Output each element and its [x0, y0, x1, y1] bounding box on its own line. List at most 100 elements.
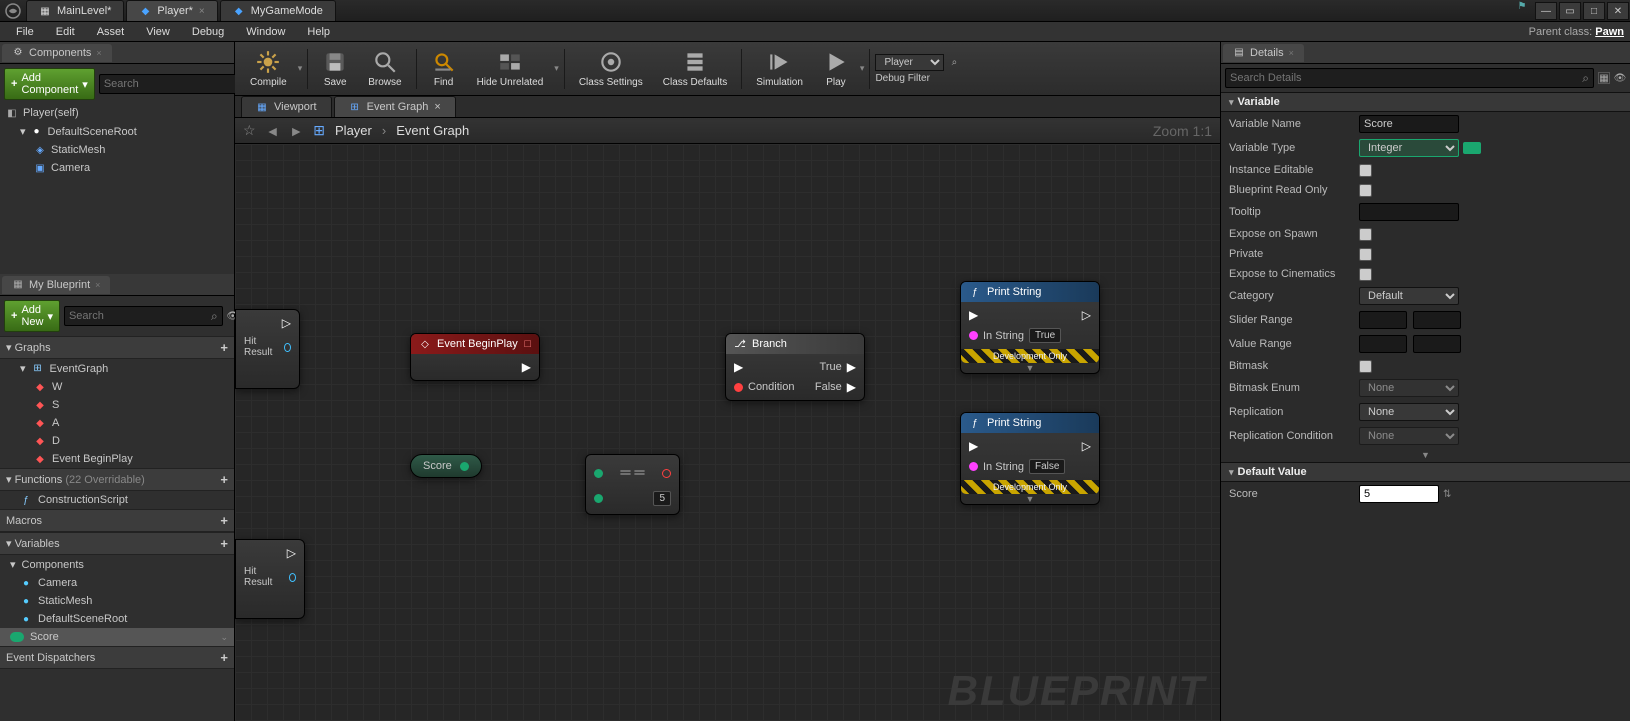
components-search[interactable]: ⌕ [99, 74, 258, 94]
class-defaults-button[interactable]: Class Defaults [654, 44, 736, 94]
exec-out-pin[interactable]: ▷ [1082, 308, 1091, 322]
node-print-string-true[interactable]: ƒ Print String ▶ ▷ In StringTrue Develop… [960, 281, 1100, 374]
add-graph-button[interactable]: + [220, 340, 228, 355]
bitmask-checkbox[interactable] [1359, 360, 1372, 373]
node-event-beginplay[interactable]: ◇ Event BeginPlay □ ▶ [410, 333, 540, 381]
section-functions[interactable]: ▾ Functions (22 Overridable) + [0, 468, 234, 491]
int-out-pin[interactable] [460, 462, 469, 471]
exec-out-pin[interactable]: ▷ [1082, 439, 1091, 453]
crumb-player[interactable]: Player [335, 123, 372, 138]
add-variable-button[interactable]: + [220, 536, 228, 551]
graph-event-w[interactable]: ◆W [0, 378, 234, 396]
node-branch[interactable]: ⎇ Branch ▶ True▶ Condition False▶ [725, 333, 865, 401]
parent-class-link[interactable]: Pawn [1595, 26, 1624, 38]
document-tab-mygamemode[interactable]: ◆ MyGameMode [220, 0, 336, 21]
bitmask-enum-select[interactable]: None [1359, 379, 1459, 397]
find-button[interactable]: Find [422, 44, 466, 94]
window-restore-button[interactable]: ▭ [1559, 2, 1581, 20]
variable-defaultsceneroot[interactable]: ●DefaultSceneRoot [0, 610, 234, 628]
window-close-button[interactable]: ✕ [1607, 2, 1629, 20]
int-in-pin[interactable] [594, 469, 603, 478]
myblueprint-search[interactable]: ⌕ [64, 306, 223, 326]
expose-cine-checkbox[interactable] [1359, 268, 1372, 281]
component-defaultsceneroot[interactable]: ▾ ● DefaultSceneRoot [0, 122, 234, 141]
node-header[interactable]: ◇ Event BeginPlay □ [411, 334, 539, 354]
literal-input[interactable]: 5 [653, 491, 671, 506]
node-print-string-false[interactable]: ƒ Print String ▶ ▷ In StringFalse Develo… [960, 412, 1100, 505]
variable-camera[interactable]: ●Camera [0, 574, 234, 592]
replication-select[interactable]: None [1359, 403, 1459, 421]
graph-canvas[interactable]: ▷ Hit Result ▷ Hit Result ◇ Event BeginP… [235, 144, 1220, 721]
close-icon[interactable]: × [1289, 48, 1294, 58]
slider-max-input[interactable] [1413, 311, 1461, 329]
exec-out-pin[interactable]: ▶ [847, 360, 856, 374]
add-dispatcher-button[interactable]: + [220, 650, 228, 665]
bool-in-pin[interactable] [734, 383, 743, 392]
add-function-button[interactable]: + [220, 472, 228, 487]
favorite-icon[interactable]: ☆ [243, 122, 256, 139]
browse-button[interactable]: Browse [359, 44, 410, 94]
components-search-input[interactable] [104, 78, 246, 90]
window-maximize-button[interactable]: □ [1583, 2, 1605, 20]
myblueprint-search-input[interactable] [69, 310, 211, 322]
struct-out-pin[interactable] [284, 343, 291, 352]
component-camera[interactable]: ▣ Camera [0, 159, 234, 177]
simulation-button[interactable]: Simulation [747, 44, 812, 94]
private-checkbox[interactable] [1359, 248, 1372, 261]
class-settings-button[interactable]: Class Settings [570, 44, 652, 94]
search-icon[interactable]: ⌕ [948, 56, 960, 68]
play-button[interactable]: Play [814, 44, 858, 94]
spinner-icon[interactable]: ⇅ [1443, 489, 1451, 500]
value-max-input[interactable] [1413, 335, 1461, 353]
expose-spawn-checkbox[interactable] [1359, 228, 1372, 241]
delegate-pin[interactable]: □ [524, 338, 531, 350]
readonly-checkbox[interactable] [1359, 184, 1372, 197]
hide-unrelated-button[interactable]: Hide Unrelated [468, 44, 553, 94]
node-header[interactable]: ƒ Print String [961, 413, 1099, 433]
graph-event-d[interactable]: ◆D [0, 432, 234, 450]
variable-type-select[interactable]: Integer [1359, 139, 1459, 157]
struct-out-pin[interactable] [289, 573, 296, 582]
section-macros[interactable]: Macros + [0, 509, 234, 532]
replication-cond-select[interactable]: None [1359, 427, 1459, 445]
menu-view[interactable]: View [136, 24, 180, 40]
default-score-input[interactable] [1359, 485, 1439, 503]
document-tab-mainlevel[interactable]: ▦ MainLevel* [26, 0, 124, 21]
menu-edit[interactable]: Edit [46, 24, 85, 40]
viewport-tab[interactable]: ▦ Viewport [241, 96, 332, 117]
function-constructionscript[interactable]: ƒ ConstructionScript [0, 491, 234, 509]
exec-in-pin[interactable]: ▶ [734, 360, 743, 374]
node-partial-1[interactable]: ▷ Hit Result [235, 309, 300, 389]
add-macro-button[interactable]: + [220, 513, 228, 528]
node-header[interactable]: ƒ Print String [961, 282, 1099, 302]
expand-advanced-icon[interactable]: ▼ [1221, 448, 1630, 462]
variable-score[interactable]: Score ⌄ [0, 628, 234, 646]
marketplace-icon[interactable]: ⚑ [1516, 0, 1528, 12]
menu-debug[interactable]: Debug [182, 24, 234, 40]
close-icon[interactable]: × [96, 48, 101, 58]
exec-in-pin[interactable]: ▶ [969, 439, 978, 453]
graph-event-s[interactable]: ◆S [0, 396, 234, 414]
compile-button[interactable]: Compile [241, 44, 296, 94]
graph-eventgraph[interactable]: ▾⊞ EventGraph [0, 359, 234, 378]
details-search[interactable]: ⌕ [1225, 68, 1594, 88]
container-type-icon[interactable] [1463, 142, 1481, 154]
node-partial-2[interactable]: ▷ Hit Result [235, 539, 305, 619]
window-minimize-button[interactable]: — [1535, 2, 1557, 20]
eye-icon[interactable]: 👁 [1614, 72, 1626, 84]
section-variables[interactable]: ▾ Variables + [0, 532, 234, 555]
exec-out-pin[interactable]: ▶ [847, 380, 856, 394]
menu-asset[interactable]: Asset [87, 24, 135, 40]
details-search-input[interactable] [1230, 72, 1582, 84]
section-graphs[interactable]: ▾ Graphs + [0, 336, 234, 359]
string-in-pin[interactable] [969, 462, 978, 471]
eventgraph-tab[interactable]: ⊞ Event Graph × [334, 96, 456, 117]
string-in-pin[interactable] [969, 331, 978, 340]
exec-in-pin[interactable]: ▶ [969, 308, 978, 322]
back-button[interactable]: ◄ [266, 123, 280, 139]
close-icon[interactable]: × [95, 280, 100, 290]
add-component-button[interactable]: +Add Component▾ [4, 68, 95, 100]
section-event-dispatchers[interactable]: Event Dispatchers + [0, 646, 234, 669]
close-icon[interactable]: × [434, 101, 440, 113]
details-section-variable[interactable]: Variable [1221, 92, 1630, 112]
